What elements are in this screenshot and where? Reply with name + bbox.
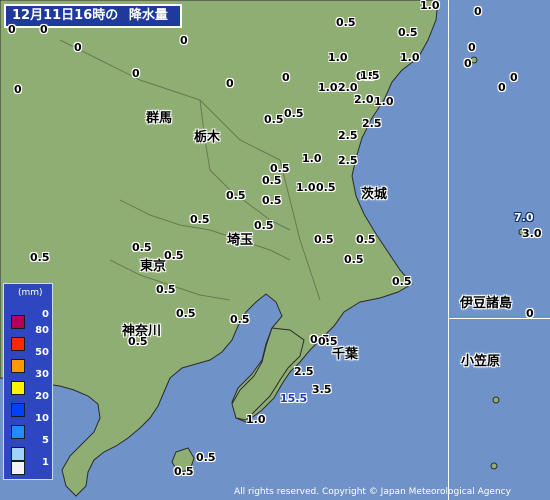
precip-value: 0.5 bbox=[128, 335, 148, 348]
legend-swatch bbox=[11, 315, 25, 329]
precip-value: 1.0 bbox=[374, 95, 394, 108]
precip-value: 0.5 bbox=[30, 251, 50, 264]
place-ogasawara: 小笠原 bbox=[461, 354, 501, 369]
precip-value: 3.5 bbox=[312, 383, 332, 396]
precip-value: 0.5 bbox=[398, 26, 418, 39]
precip-value: 0 bbox=[474, 5, 482, 18]
precip-value: 0 bbox=[468, 41, 476, 54]
island bbox=[490, 462, 498, 470]
precip-value: 3.0 bbox=[522, 227, 542, 240]
map-title: 12月11日16時の 降水量 bbox=[4, 4, 182, 28]
precip-value: 0.5 bbox=[262, 174, 282, 187]
legend-unit: (mm) bbox=[18, 288, 43, 298]
precip-value: 0 bbox=[526, 307, 534, 320]
precip-value: 1.0 bbox=[400, 51, 420, 64]
legend-swatch bbox=[11, 461, 25, 475]
legend-value: 20 bbox=[35, 391, 49, 402]
precip-value: 0.5 bbox=[264, 113, 284, 126]
precip-value: 0 bbox=[132, 67, 140, 80]
precip-value: 1.0 bbox=[328, 51, 348, 64]
legend-swatch bbox=[11, 359, 25, 373]
precip-value: 1.5 bbox=[360, 69, 380, 82]
precip-value: 15.5 bbox=[280, 392, 308, 405]
precip-value: 0.5 bbox=[316, 181, 336, 194]
precip-value: 0.5 bbox=[262, 194, 282, 207]
precip-value: 0.5 bbox=[226, 189, 246, 202]
precip-value: 0 bbox=[464, 57, 472, 70]
island bbox=[492, 396, 500, 404]
legend-top-value: 0 bbox=[42, 309, 49, 320]
precip-value: 0.5 bbox=[174, 465, 194, 478]
precip-value: 0 bbox=[74, 41, 82, 54]
precip-value: 1.0 bbox=[246, 413, 266, 426]
title-date: 12月11日16時の bbox=[12, 8, 119, 23]
legend-value: 50 bbox=[35, 347, 49, 358]
precip-value: 0.5 bbox=[164, 249, 184, 262]
precip-value: 0.5 bbox=[176, 307, 196, 320]
legend-swatch bbox=[11, 337, 25, 351]
precip-value: 0.5 bbox=[318, 335, 338, 348]
precip-value: 0 bbox=[8, 23, 16, 36]
precip-value: 0 bbox=[498, 81, 506, 94]
precip-value: 1.0 bbox=[318, 81, 338, 94]
legend-swatch bbox=[11, 425, 25, 439]
precipitation-legend: (mm) 0 80 50 30 20 10 5 1 bbox=[3, 283, 53, 480]
precip-value: 0.5 bbox=[254, 219, 274, 232]
precip-value: 2.5 bbox=[338, 129, 358, 142]
map-base bbox=[0, 0, 550, 500]
place-izu-islands: 伊豆諸島 bbox=[460, 296, 513, 311]
precip-value: 2.0 bbox=[354, 93, 374, 106]
legend-value: 30 bbox=[35, 369, 49, 380]
precip-value: 0 bbox=[510, 71, 518, 84]
precip-value: 0.5 bbox=[284, 107, 304, 120]
precip-value: 0.5 bbox=[132, 241, 152, 254]
precip-value: 0.5 bbox=[356, 233, 376, 246]
legend-value: 5 bbox=[42, 435, 49, 446]
precip-value: 1.0 bbox=[296, 181, 316, 194]
precip-value: 0.5 bbox=[336, 16, 356, 29]
precip-value: 1.0 bbox=[302, 152, 322, 165]
title-label: 降水量 bbox=[128, 8, 168, 23]
inset-divider bbox=[448, 318, 550, 319]
precip-value: 1.0 bbox=[420, 0, 440, 12]
precip-value: 0.5 bbox=[156, 283, 176, 296]
precip-value: 0.5 bbox=[344, 253, 364, 266]
precip-value: 0.5 bbox=[314, 233, 334, 246]
precip-value: 0 bbox=[282, 71, 290, 84]
legend-swatch bbox=[11, 381, 25, 395]
precip-value: 0.5 bbox=[196, 451, 216, 464]
precip-value: 0 bbox=[180, 34, 188, 47]
legend-swatch bbox=[11, 447, 25, 461]
precip-value: 0.5 bbox=[190, 213, 210, 226]
precip-value: 0.5 bbox=[230, 313, 250, 326]
place-saitama: 埼玉 bbox=[227, 233, 254, 248]
precip-value: 2.5 bbox=[362, 117, 382, 130]
precip-value: 0 bbox=[14, 83, 22, 96]
copyright: All rights reserved. Copyright © Japan M… bbox=[234, 487, 511, 497]
legend-value: 1 bbox=[42, 457, 49, 468]
precip-value: 0 bbox=[40, 23, 48, 36]
precip-value: 7.0 bbox=[514, 211, 534, 224]
legend-value: 80 bbox=[35, 325, 49, 336]
place-tokyo: 東京 bbox=[140, 259, 167, 274]
place-gunma: 群馬 bbox=[146, 111, 173, 126]
precip-value: 2.5 bbox=[294, 365, 314, 378]
legend-swatch bbox=[11, 403, 25, 417]
precip-value: 0.5 bbox=[392, 275, 412, 288]
precip-value: 2.5 bbox=[338, 154, 358, 167]
precipitation-map: 12月11日16時の 降水量 群馬 栃木 茨城 埼玉 東京 神奈川 千葉 伊豆諸… bbox=[0, 0, 550, 500]
legend-value: 10 bbox=[35, 413, 49, 424]
precip-value: 0 bbox=[226, 77, 234, 90]
place-tochigi: 栃木 bbox=[194, 130, 221, 145]
inset-divider bbox=[448, 0, 449, 500]
place-ibaraki: 茨城 bbox=[361, 187, 388, 202]
